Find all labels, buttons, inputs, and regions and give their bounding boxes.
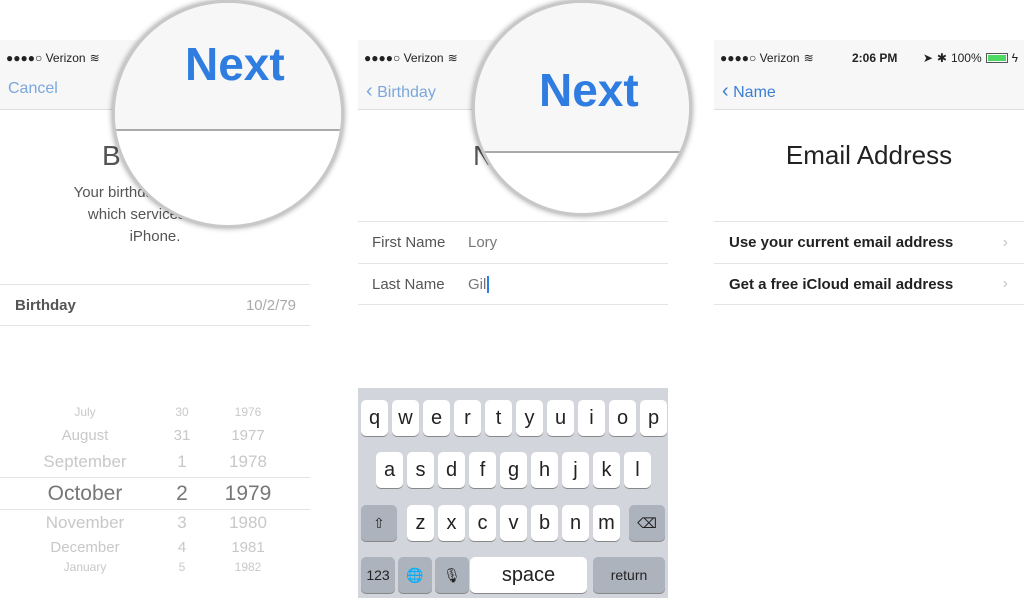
back-button[interactable]: ‹ Name <box>722 80 776 103</box>
return-key[interactable]: return <box>593 557 665 593</box>
key-f[interactable]: f <box>469 452 496 488</box>
picker-selection <box>0 477 310 510</box>
delete-key[interactable]: ⌫ <box>629 505 665 541</box>
picker-item[interactable]: 1981 <box>168 539 310 556</box>
bluetooth-icon: ✱ <box>936 51 947 65</box>
carrier: ●●●●○ Verizon <box>364 51 444 65</box>
key-c[interactable]: c <box>469 505 496 541</box>
option-current-email[interactable]: Use your current email address › <box>714 221 1024 263</box>
birthday-value: 10/2/79 <box>245 296 296 314</box>
key-o[interactable]: o <box>609 400 636 436</box>
key-h[interactable]: h <box>531 452 558 488</box>
key-g[interactable]: g <box>500 452 527 488</box>
chevron-right-icon: › <box>1002 275 1008 292</box>
desc-line: iPhone. <box>129 228 181 245</box>
key-j[interactable]: j <box>562 452 589 488</box>
next-button[interactable]: Next <box>539 63 639 117</box>
shift-key[interactable]: ⇧ <box>361 505 397 541</box>
microphone-icon[interactable]: 🎙 <box>435 557 469 593</box>
first-name-field[interactable]: Lory <box>468 234 497 251</box>
carrier: ●●●●○ Verizon <box>6 51 86 65</box>
key-u[interactable]: u <box>547 400 574 436</box>
picker-item[interactable]: 1982 <box>168 560 310 574</box>
key-i[interactable]: i <box>578 400 605 436</box>
key-x[interactable]: x <box>438 505 465 541</box>
nav-bar: ●●●●○ Verizon ≋ 2:06 PM ➤ ✱ 100% ϟ ‹ Name <box>714 40 1024 110</box>
key-v[interactable]: v <box>500 505 527 541</box>
battery-percent: 100% <box>950 51 982 65</box>
page-title: Email Address <box>785 140 953 170</box>
key-y[interactable]: y <box>516 400 543 436</box>
battery-icon <box>985 53 1008 63</box>
chevron-right-icon: › <box>1002 233 1008 251</box>
back-button[interactable]: ‹ Birthday <box>366 80 436 103</box>
last-name-field[interactable]: Gil <box>468 275 490 293</box>
birthday-row[interactable]: Birthday 10/2/79 <box>0 284 310 326</box>
picker-item[interactable]: 1977 <box>168 427 310 444</box>
space-key[interactable]: space <box>470 557 587 593</box>
key-q[interactable]: q <box>361 400 388 436</box>
back-label: Birthday <box>377 84 436 101</box>
picker-item[interactable]: 1978 <box>168 452 310 472</box>
key-z[interactable]: z <box>407 505 434 541</box>
wifi-icon: ≋ <box>803 51 814 65</box>
charging-icon: ϟ <box>1011 51 1018 65</box>
globe-icon[interactable]: 🌐 <box>398 557 432 593</box>
option-label: Use your current email address <box>729 234 954 251</box>
email-screen: ●●●●○ Verizon ≋ 2:06 PM ➤ ✱ 100% ϟ ‹ Name … <box>714 40 1024 598</box>
key-r[interactable]: r <box>454 400 481 436</box>
chevron-left-icon: ‹ <box>366 80 373 102</box>
key-a[interactable]: a <box>376 452 403 488</box>
magnifier: Next <box>112 0 344 228</box>
picker-item[interactable]: 1976 <box>168 405 310 419</box>
first-name-label: First Name <box>372 234 446 251</box>
back-label: Name <box>733 84 776 101</box>
wifi-icon: ≋ <box>89 51 100 65</box>
first-name-row[interactable]: First Name Lory <box>358 221 668 263</box>
picker-item[interactable]: 1980 <box>168 513 310 533</box>
key-b[interactable]: b <box>531 505 558 541</box>
option-icloud-email[interactable]: Get a free iCloud email address › <box>714 263 1024 305</box>
numbers-key[interactable]: 123 <box>361 557 395 593</box>
key-p[interactable]: p <box>640 400 667 436</box>
key-m[interactable]: m <box>593 505 620 541</box>
option-label: Get a free iCloud email address <box>729 275 954 293</box>
magnifier: Next <box>472 0 692 216</box>
key-s[interactable]: s <box>407 452 434 488</box>
key-w[interactable]: w <box>392 400 419 436</box>
key-l[interactable]: l <box>624 452 651 488</box>
last-name-label: Last Name <box>372 275 445 293</box>
next-button[interactable]: Next <box>185 37 285 91</box>
key-t[interactable]: t <box>485 400 512 436</box>
key-n[interactable]: n <box>562 505 589 541</box>
last-name-row[interactable]: Last Name Gil <box>358 263 668 305</box>
key-e[interactable]: e <box>423 400 450 436</box>
carrier: ●●●●○ Verizon <box>720 51 800 65</box>
clock: 2:06 PM <box>852 51 898 65</box>
key-k[interactable]: k <box>593 452 620 488</box>
key-d[interactable]: d <box>438 452 465 488</box>
keyboard: q w e r t y u i o p a s d f g h j k l z x c v b n m ⇧ ⌫ 123 🌐 🎙 space re… <box>358 388 668 598</box>
birthday-label: Birthday <box>15 296 76 314</box>
chevron-left-icon: ‹ <box>722 80 729 102</box>
location-icon: ➤ <box>922 51 933 65</box>
wifi-icon: ≋ <box>447 51 458 65</box>
cancel-button[interactable]: Cancel <box>8 80 58 98</box>
